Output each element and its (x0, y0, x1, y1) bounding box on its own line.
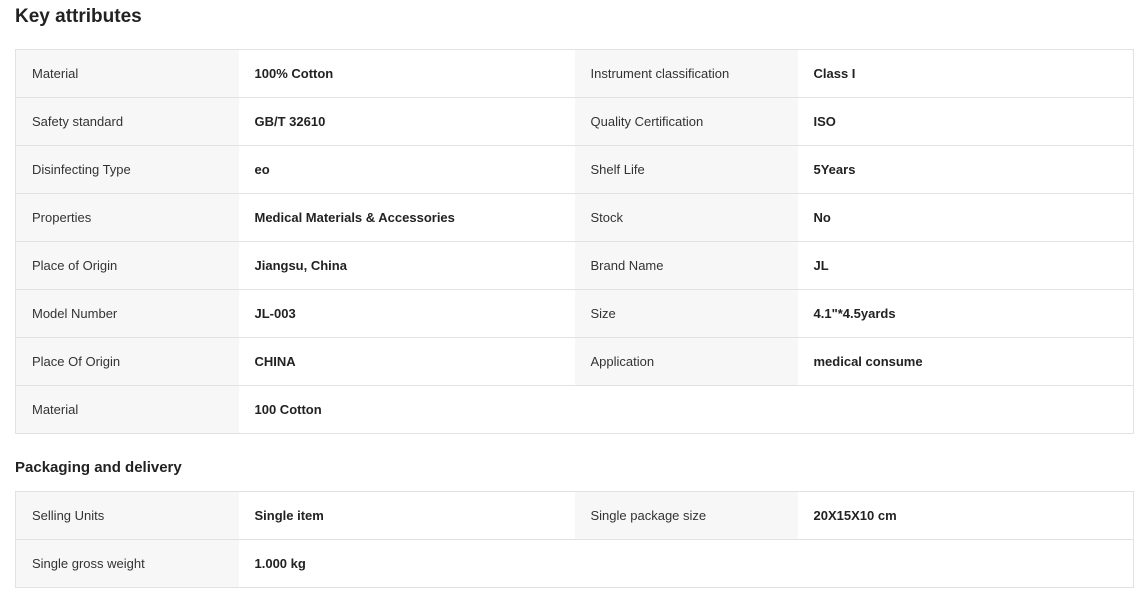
attribute-label: Selling Units (15, 491, 239, 540)
attribute-label: Single gross weight (15, 539, 239, 588)
attribute-value: Medical Materials & Accessories (238, 193, 575, 242)
packaging-delivery-title: Packaging and delivery (15, 459, 182, 476)
attribute-label: Properties (15, 193, 239, 242)
attribute-row: Material 100 Cotton (15, 385, 1134, 434)
attribute-label: Material (15, 385, 239, 434)
key-attributes-title: Key attributes (15, 6, 142, 27)
attribute-label: Application (574, 337, 798, 386)
attribute-value: 100% Cotton (238, 49, 575, 98)
attribute-label: Model Number (15, 289, 239, 338)
attribute-label: Material (15, 49, 239, 98)
attribute-label: Place of Origin (15, 241, 239, 290)
attribute-label: Stock (574, 193, 798, 242)
attribute-row: Safety standard GB/T 32610 Quality Certi… (15, 97, 1134, 146)
attribute-value: 100 Cotton (238, 385, 575, 434)
attribute-label: Single package size (574, 491, 798, 540)
attribute-row: Selling Units Single item Single package… (15, 491, 1134, 540)
attribute-value: 4.1"*4.5yards (797, 289, 1134, 338)
attribute-value: No (797, 193, 1134, 242)
attribute-row: Material 100% Cotton Instrument classifi… (15, 49, 1134, 98)
attribute-label: Place Of Origin (15, 337, 239, 386)
attribute-value: GB/T 32610 (238, 97, 575, 146)
product-attributes-page: Key attributes Material 100% Cotton Inst… (0, 0, 1145, 601)
attribute-value: JL (797, 241, 1134, 290)
attribute-value: ISO (797, 97, 1134, 146)
attribute-row: Disinfecting Type eo Shelf Life 5Years (15, 145, 1134, 194)
attribute-value: eo (238, 145, 575, 194)
empty-cell (574, 385, 1134, 434)
attribute-row: Place of Origin Jiangsu, China Brand Nam… (15, 241, 1134, 290)
attribute-row: Properties Medical Materials & Accessori… (15, 193, 1134, 242)
attribute-label: Instrument classification (574, 49, 798, 98)
empty-cell (574, 539, 1134, 588)
attribute-row: Place Of Origin CHINA Application medica… (15, 337, 1134, 386)
attribute-label: Safety standard (15, 97, 239, 146)
attribute-row: Single gross weight 1.000 kg (15, 539, 1134, 588)
packaging-delivery-table: Selling Units Single item Single package… (15, 491, 1134, 588)
attribute-value: 5Years (797, 145, 1134, 194)
attribute-label: Disinfecting Type (15, 145, 239, 194)
attribute-value: Jiangsu, China (238, 241, 575, 290)
attribute-label: Shelf Life (574, 145, 798, 194)
attribute-value: CHINA (238, 337, 575, 386)
key-attributes-table: Material 100% Cotton Instrument classifi… (15, 49, 1134, 434)
attribute-value: medical consume (797, 337, 1134, 386)
attribute-label: Size (574, 289, 798, 338)
attribute-value: Single item (238, 491, 575, 540)
attribute-label: Quality Certification (574, 97, 798, 146)
attribute-value: Class I (797, 49, 1134, 98)
attribute-row: Model Number JL-003 Size 4.1"*4.5yards (15, 289, 1134, 338)
attribute-value: 1.000 kg (238, 539, 575, 588)
attribute-value: JL-003 (238, 289, 575, 338)
attribute-label: Brand Name (574, 241, 798, 290)
attribute-value: 20X15X10 cm (797, 491, 1134, 540)
